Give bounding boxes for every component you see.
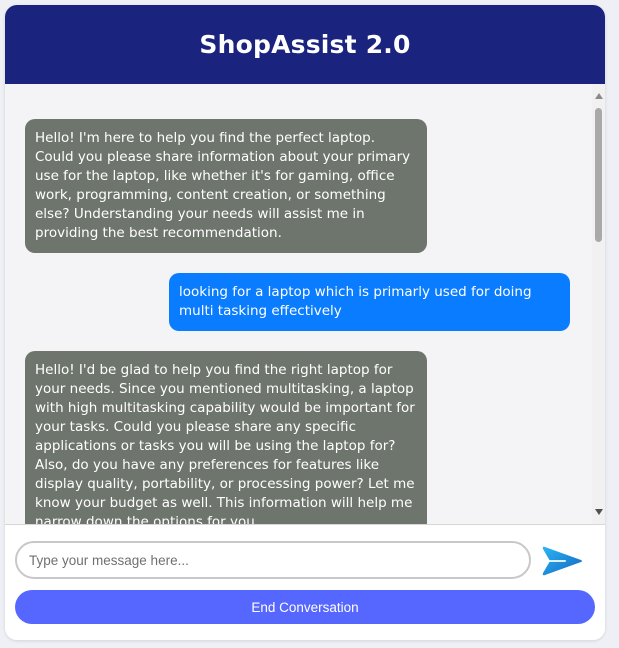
chat-window: ShopAssist 2.0 Hello! I'm here to help y…	[5, 5, 605, 640]
chat-area[interactable]: Hello! I'm here to help you find the per…	[5, 84, 605, 524]
message-input[interactable]	[15, 541, 531, 579]
end-conversation-button[interactable]: End Conversation	[15, 590, 595, 624]
app-header: ShopAssist 2.0	[5, 5, 605, 84]
send-arrow-icon	[542, 546, 582, 576]
message-list: Hello! I'm here to help you find the per…	[5, 84, 592, 524]
assistant-message: Hello! I'd be glad to help you find the …	[25, 351, 427, 524]
chat-scrollbar[interactable]	[592, 84, 605, 524]
scroll-up-icon[interactable]	[595, 93, 603, 99]
message-composer: End Conversation	[5, 524, 605, 640]
scroll-thumb[interactable]	[595, 108, 602, 242]
send-button[interactable]	[541, 543, 585, 579]
app-title: ShopAssist 2.0	[199, 30, 411, 59]
scroll-down-icon[interactable]	[595, 509, 603, 515]
assistant-message: Hello! I'm here to help you find the per…	[25, 119, 427, 253]
user-message: looking for a laptop which is primarly u…	[169, 273, 570, 331]
